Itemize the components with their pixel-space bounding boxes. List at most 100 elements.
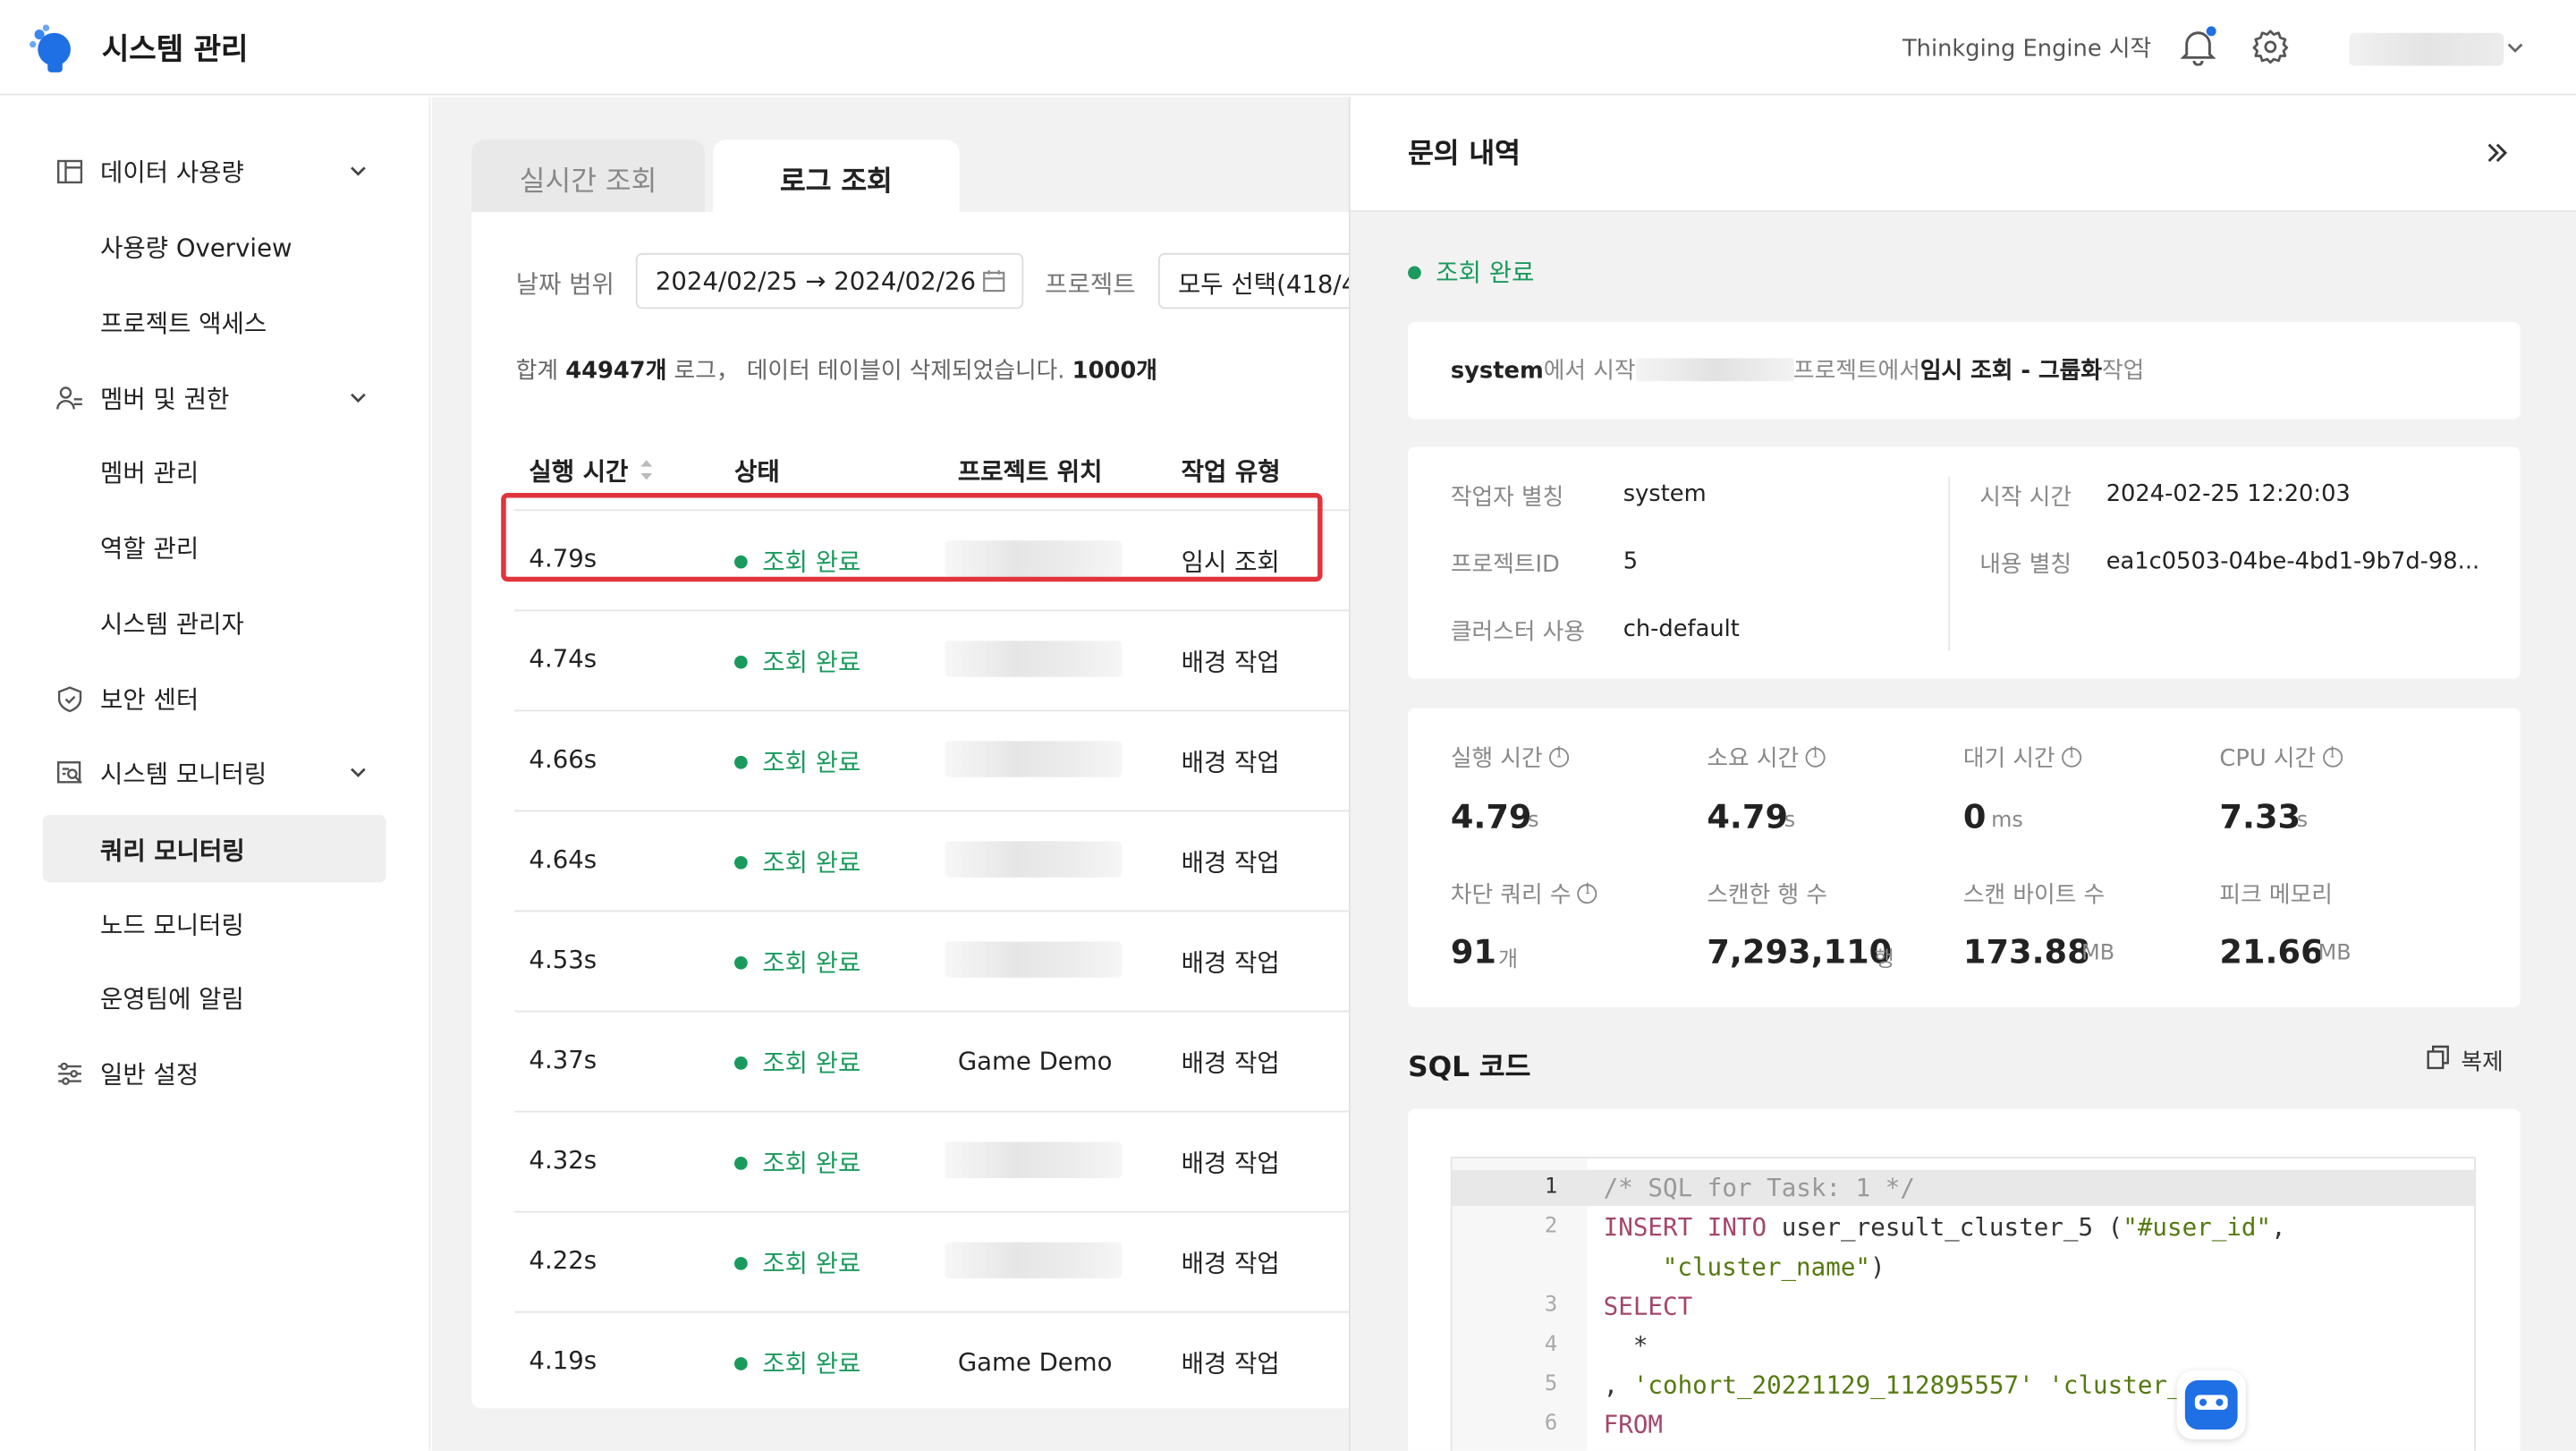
- metric-value: 91: [1450, 931, 1496, 972]
- status-dot: [734, 1157, 748, 1170]
- tab-log-query[interactable]: 로그 조회: [713, 140, 960, 212]
- tab-realtime-query[interactable]: 실시간 조회: [471, 140, 705, 212]
- task-type-cell: 배경 작업: [1181, 1248, 1280, 1278]
- status-cell: 조회 완료: [762, 947, 861, 978]
- info-icon[interactable]: [2322, 746, 2343, 768]
- table-row[interactable]: 4.53s 조회 완료 배경 작업: [513, 912, 1392, 1013]
- code-string: "cluster_name": [1662, 1252, 1871, 1282]
- metric-label-text: 차단 쿼리 수: [1450, 882, 1572, 909]
- task-type-cell: 배경 작업: [1181, 947, 1280, 978]
- table-row[interactable]: 4.22s 조회 완료 배경 작업: [513, 1213, 1392, 1313]
- copy-button[interactable]: 복제: [2461, 1045, 2503, 1078]
- date-range-value: 2024/02/25 → 2024/02/26: [655, 266, 977, 296]
- tab-label: 로그 조회: [779, 165, 893, 199]
- date-range-picker[interactable]: 2024/02/25 → 2024/02/26: [635, 252, 1024, 310]
- logo-icon[interactable]: [26, 21, 79, 74]
- table-row[interactable]: 4.64s 조회 완료 배경 작업: [513, 811, 1392, 912]
- metric-label-text: 소요 시간: [1707, 745, 1800, 773]
- tab-label: 실시간 조회: [519, 165, 657, 199]
- status-dot: [734, 655, 748, 669]
- summary-count: 44947개: [565, 358, 667, 385]
- table-row[interactable]: 4.37s 조회 완료 Game Demo 배경 작업: [513, 1012, 1392, 1113]
- chevron-down-icon[interactable]: [348, 762, 368, 782]
- info-icon[interactable]: [1577, 882, 1597, 904]
- copy-icon[interactable]: [2427, 1045, 2450, 1070]
- sidebar-item-role-management[interactable]: 역할 관리: [0, 514, 430, 580]
- sidebar-item-data-usage[interactable]: 데이터 사용량: [0, 138, 430, 203]
- info-icon[interactable]: [1805, 746, 1826, 768]
- project-cell-redacted: [945, 841, 1123, 878]
- table-row[interactable]: 4.66s 조회 완료 배경 작업: [513, 711, 1392, 812]
- metric-unit: s: [1784, 808, 1796, 834]
- table-row[interactable]: 4.19s 조회 완료 Game Demo 배경 작업: [514, 1313, 1392, 1413]
- collapse-panel-icon[interactable]: [2484, 141, 2510, 165]
- info-icon[interactable]: [1549, 746, 1570, 768]
- sidebar-item-system-monitoring[interactable]: 시스템 모니터링: [0, 740, 430, 805]
- code-string: "#user_id": [2123, 1212, 2272, 1243]
- calendar-icon: [983, 270, 1005, 293]
- table-row[interactable]: 4.32s 조회 완료 배경 작업: [513, 1112, 1392, 1213]
- metric-value: 7.33: [2219, 796, 2301, 836]
- task-type-cell: 배경 작업: [1181, 1148, 1280, 1178]
- column-header-exec-time[interactable]: 실행 시간: [529, 454, 628, 488]
- code-line: , 'cohort_20221129_112895557' 'cluster_': [1604, 1370, 2198, 1400]
- metrics-card: 실행 시간 4.79 s 소요 시간 4.79 s 대기 시간 0 ms CPU…: [1408, 708, 2521, 1007]
- task-type-cell: 배경 작업: [1181, 847, 1280, 878]
- exec-time-cell: 4.37s: [529, 1045, 597, 1075]
- sidebar-item-security-center[interactable]: 보안 센터: [0, 666, 430, 731]
- sidebar-item-label: 데이터 사용량: [100, 157, 244, 188]
- user-menu[interactable]: [2349, 32, 2504, 66]
- task-type-cell: 배경 작업: [1181, 1348, 1280, 1379]
- metric-label: 대기 시간: [1963, 741, 2082, 774]
- sidebar-item-node-monitoring[interactable]: 노드 모니터링: [0, 891, 430, 956]
- sidebar-item-member-management[interactable]: 멤버 관리: [0, 438, 430, 504]
- sidebar-item-project-access[interactable]: 프로젝트 액세스: [0, 289, 430, 354]
- chevron-down-icon[interactable]: [2505, 38, 2525, 57]
- engine-start-link[interactable]: Thinkging Engine 시작: [1902, 31, 2151, 64]
- sql-code-editor[interactable]: 1 2 3 4 5 6 /* SQL for Task: 1 */ INSERT…: [1450, 1157, 2476, 1451]
- description-task-name: 임시 조회 - 그룹화: [1919, 358, 2102, 385]
- code-line: INSERT INTO user_result_cluster_5 ("#use…: [1604, 1213, 2286, 1243]
- gear-icon[interactable]: [2252, 28, 2289, 64]
- log-query-card: 날짜 범위 2024/02/25 → 2024/02/26 프로젝트 모두 선택…: [471, 211, 1405, 1409]
- status-dot: [734, 1056, 748, 1070]
- task-description-card: system에서 시작 프로젝트에서임시 조회 - 그룹화작업: [1408, 322, 2521, 420]
- main-content: 실시간 조회 로그 조회 날짜 범위 2024/02/25 → 2024/02/…: [432, 97, 1405, 1451]
- metric-unit: 개: [1498, 947, 1519, 973]
- code-text: user_result_cluster_5 (: [1767, 1212, 2123, 1243]
- exec-time-cell: 4.22s: [529, 1245, 597, 1276]
- metric-value: 21.66: [2219, 931, 2324, 972]
- sidebar-item-general-settings[interactable]: 일반 설정: [0, 1040, 430, 1106]
- sidebar-item-members-permissions[interactable]: 멤버 및 권한: [0, 365, 430, 430]
- sidebar-item-query-monitoring[interactable]: 쿼리 모니터링: [0, 815, 430, 883]
- status-cell: 조회 완료: [762, 1048, 861, 1078]
- date-range-label: 날짜 범위: [515, 269, 614, 300]
- chevron-down-icon[interactable]: [348, 387, 368, 407]
- members-icon: [56, 386, 82, 410]
- metric-unit: 행: [1874, 947, 1894, 973]
- sidebar-item-system-admin[interactable]: 시스템 관리자: [0, 590, 430, 655]
- sidebar-item-label: 쿼리 모니터링: [100, 836, 245, 866]
- metric-value: 4.79: [1707, 796, 1789, 836]
- task-type-cell: 배경 작업: [1181, 647, 1280, 677]
- sort-icon[interactable]: [639, 458, 654, 481]
- line-number: 1: [1544, 1175, 1558, 1200]
- summary-tail: 1000개: [1072, 358, 1157, 385]
- code-line: SELECT: [1603, 1291, 1693, 1321]
- info-icon[interactable]: [2062, 746, 2082, 768]
- metric-unit: MB: [2081, 941, 2115, 967]
- sidebar-item-notify-ops[interactable]: 운영팀에 알림: [0, 964, 430, 1030]
- sidebar: 데이터 사용량 사용량 Overview 프로젝트 액세스 멤버 및 권한 멤버…: [0, 97, 431, 1451]
- project-cell-redacted: [945, 941, 1123, 978]
- metric-label: 차단 쿼리 수: [1451, 878, 1597, 911]
- sidebar-item-usage-overview[interactable]: 사용량 Overview: [0, 214, 430, 279]
- code-line: FROM: [1603, 1409, 1664, 1439]
- chat-bot-icon[interactable]: [2176, 1370, 2246, 1439]
- table-row[interactable]: 4.74s 조회 완료 배경 작업: [513, 611, 1392, 712]
- exec-time-cell: 4.19s: [529, 1345, 597, 1376]
- chevron-down-icon[interactable]: [348, 161, 368, 181]
- metric-unit: MB: [2318, 941, 2351, 967]
- notification-bell-icon[interactable]: [2180, 26, 2216, 66]
- sidebar-item-label: 시스템 모니터링: [100, 759, 267, 789]
- sidebar-item-label: 프로젝트 액세스: [100, 309, 267, 339]
